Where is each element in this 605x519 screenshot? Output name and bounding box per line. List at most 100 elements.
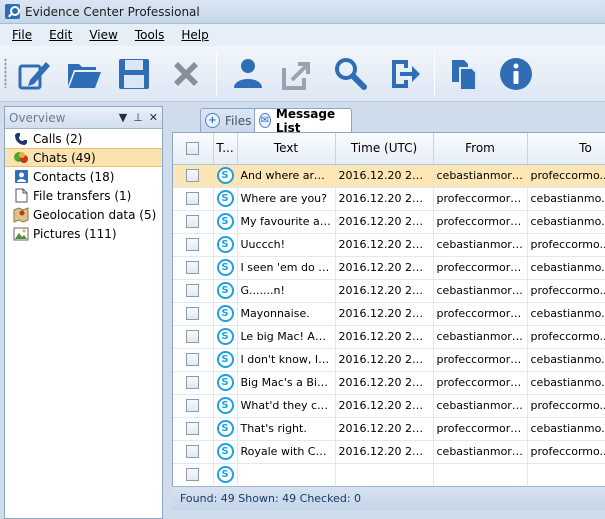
menu-help[interactable]: Help (173, 28, 217, 42)
cell-text: Big Mac's a Big... (237, 371, 336, 395)
column-header-time[interactable]: Time (UTC) (335, 133, 434, 165)
skype-icon: S (213, 256, 238, 280)
user-button[interactable] (228, 54, 268, 94)
table-row[interactable]: SI seen 'em do it...2016.12.20 22:01:...… (173, 256, 605, 280)
cell-text (237, 463, 336, 486)
search-button[interactable] (330, 54, 370, 94)
info-button[interactable] (496, 54, 536, 94)
cell-text: Where are you? (237, 187, 336, 211)
table-row[interactable]: S (173, 463, 605, 486)
open-button[interactable] (64, 54, 104, 94)
table-row[interactable]: SUuccch!2016.12.20 22:01:...cebastianmor… (173, 233, 605, 257)
copy-button[interactable] (444, 54, 484, 94)
skype-icon: S (213, 463, 238, 486)
cell-time: 2016.12.20 22:00:... (335, 302, 434, 326)
row-checkbox[interactable] (173, 210, 214, 234)
row-checkbox[interactable] (173, 440, 214, 464)
skype-icon: S (213, 417, 238, 441)
row-checkbox[interactable] (173, 256, 214, 280)
skype-icon: S (213, 187, 238, 211)
toolbar-separator (216, 52, 217, 96)
table-row[interactable]: SMy favourite ani...2016.12.20 22:04:...… (173, 210, 605, 234)
message-list-tab-icon: ✉ (259, 113, 271, 128)
cell-text: I don't know, I d... (237, 348, 336, 372)
close-icon[interactable]: ✕ (149, 111, 158, 124)
table-row[interactable]: SThat's right.2016.12.20 21:57:...profec… (173, 417, 605, 441)
toolbar (0, 46, 605, 102)
overview-item-file-transfers[interactable]: File transfers (1) (5, 186, 162, 205)
table-row[interactable]: SAnd where are y...2016.12.20 22:16:...c… (173, 164, 605, 188)
tab-message-list[interactable]: ✉ Message List (254, 107, 352, 135)
table-row[interactable]: SLe big Mac! Ah...2016.12.20 21:59:...ce… (173, 325, 605, 349)
table-row[interactable]: SMayonnaise.2016.12.20 22:00:...profecco… (173, 302, 605, 326)
menu-tools[interactable]: Tools (127, 28, 174, 42)
table-row[interactable]: SRoyale with Che...2016.12.20 21:57:...c… (173, 440, 605, 464)
row-checkbox[interactable] (173, 164, 214, 188)
contact-card-icon (13, 169, 29, 185)
save-button[interactable] (114, 54, 154, 94)
app-logo-icon (5, 4, 20, 19)
overview-item-pictures[interactable]: Pictures (111) (5, 224, 162, 243)
row-checkbox[interactable] (173, 394, 214, 418)
skype-icon: S (213, 440, 238, 464)
cell-text: Le big Mac! Ah... (237, 325, 336, 349)
column-header-text[interactable]: Text (237, 133, 336, 165)
row-checkbox[interactable] (173, 187, 214, 211)
cell-text: And where are y... (237, 164, 336, 188)
column-header-type[interactable]: T... (213, 133, 238, 165)
skype-icon: S (213, 279, 238, 303)
overview-item-calls[interactable]: Calls (2) (5, 129, 162, 148)
skype-icon: S (213, 233, 238, 257)
overview-item-contacts[interactable]: Contacts (18) (5, 167, 162, 186)
row-checkbox[interactable] (173, 325, 214, 349)
cell-from: profeccormoria... (433, 348, 528, 372)
table-row[interactable]: SWhere are you?2016.12.20 22:12:...profe… (173, 187, 605, 211)
menu-file[interactable]: File (4, 28, 41, 42)
cell-from: cebastianmoran (433, 279, 528, 303)
overview-item-geolocation[interactable]: Geolocation data (5) (5, 205, 162, 224)
status-bar: Found: 49 Shown: 49 Checked: 0 (172, 486, 605, 510)
row-checkbox[interactable] (173, 417, 214, 441)
overview-item-chats[interactable]: Chats (49) (5, 148, 162, 167)
row-checkbox[interactable] (173, 348, 214, 372)
folder-icon (68, 64, 101, 88)
cell-to (527, 463, 605, 486)
floppy-icon (119, 59, 149, 89)
status-text: Found: 49 Shown: 49 Checked: 0 (180, 492, 362, 505)
menu-edit[interactable]: Edit (41, 28, 81, 42)
title-bar: Evidence Center Professional (0, 0, 605, 24)
row-checkbox[interactable] (173, 279, 214, 303)
cell-from: cebastianmoran (433, 394, 528, 418)
row-checkbox[interactable] (173, 371, 214, 395)
toolbar-grip[interactable] (4, 58, 7, 88)
row-checkbox[interactable] (173, 463, 214, 486)
skype-icon: S (213, 210, 238, 234)
import-button[interactable] (384, 54, 424, 94)
export-button[interactable] (278, 54, 318, 94)
cell-time: 2016.12.20 22:12:... (335, 187, 434, 211)
export-arrow-icon (282, 62, 310, 90)
table-row[interactable]: SBig Mac's a Big...2016.12.20 21:58:...p… (173, 371, 605, 395)
skype-icon: S (213, 164, 238, 188)
skype-icon: S (213, 302, 238, 326)
table-row[interactable]: SI don't know, I d...2016.12.20 21:59:..… (173, 348, 605, 372)
cell-text: Royale with Che... (237, 440, 336, 464)
pin-icon[interactable]: ⊥ (133, 111, 143, 124)
table-row[interactable]: SWhat'd they call...2016.12.20 21:58:...… (173, 394, 605, 418)
cell-time: 2016.12.20 21:59:... (335, 348, 434, 372)
menu-bar: File Edit View Tools Help (0, 24, 605, 46)
dropdown-arrow-icon[interactable]: ▼ (119, 111, 127, 124)
table-row[interactable]: SG.......n!2016.12.20 22:01:...cebastian… (173, 279, 605, 303)
column-header-to[interactable]: To (527, 133, 605, 165)
cell-time: 2016.12.20 22:04:... (335, 210, 434, 234)
select-all-checkbox[interactable] (173, 133, 214, 165)
menu-view[interactable]: View (81, 28, 126, 42)
delete-button[interactable] (166, 54, 206, 94)
column-header-from[interactable]: From (433, 133, 528, 165)
edit-button[interactable] (14, 54, 54, 94)
cell-text: I seen 'em do it... (237, 256, 336, 280)
cell-text: Uuccch! (237, 233, 336, 257)
row-checkbox[interactable] (173, 233, 214, 257)
row-checkbox[interactable] (173, 302, 214, 326)
cell-text: G.......n! (237, 279, 336, 303)
